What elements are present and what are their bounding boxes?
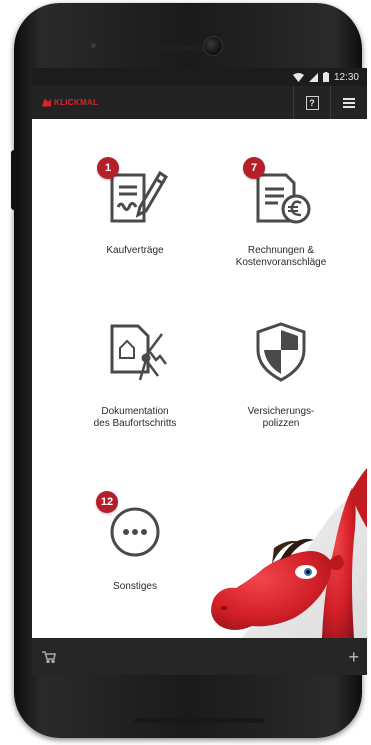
tile-label: Versicherungs- polizzen [247,406,315,429]
tile-badge: 12 [96,491,118,513]
tile-sonstiges[interactable]: 12 Sonstiges [65,491,205,593]
logo-text: KLICKMAL [54,98,99,107]
dashboard: 1 Kaufverträge 7 Rechnungen & Kostenvora… [32,119,367,638]
shield-icon [246,318,316,388]
tile-badge: 7 [243,157,265,179]
proximity-sensor [91,43,96,48]
tile-dokumentation[interactable]: Dokumentation des Baufortschritts [65,318,205,430]
front-camera [203,36,223,56]
wifi-icon [292,72,304,82]
contract-icon: 1 [97,157,170,227]
earpiece [134,45,244,51]
help-icon: ? [305,95,319,110]
tile-label: Rechnungen & Kostenvoranschläge [235,245,327,268]
logo-mark-icon [42,98,51,107]
cart-icon[interactable] [42,650,56,663]
app-bar-actions: ? [293,86,367,119]
status-bar: 12:30 [32,68,367,86]
construction-document-icon [100,318,170,388]
help-button[interactable]: ? [293,86,330,119]
app-screen: 12:30 KLICKMAL ? 1 Kaufverträge 7 Rechnu… [32,68,367,675]
bottom-bar: + [32,638,367,675]
app-bar: KLICKMAL ? [32,86,367,119]
battery-icon [322,72,329,82]
status-time: 12:30 [333,71,359,83]
camel-mascot-icon [211,468,367,638]
add-button[interactable]: + [348,648,359,666]
tile-badge: 1 [97,157,119,179]
bottom-speaker [134,718,264,723]
stage: 12:30 KLICKMAL ? 1 Kaufverträge 7 Rechnu… [0,0,371,745]
tile-label: Kaufverträge [106,245,164,256]
tile-versicherung[interactable]: Versicherungs- polizzen [211,318,351,430]
tile-kaufvertraege[interactable]: 1 Kaufverträge [65,157,205,257]
tile-rechnungen[interactable]: 7 Rechnungen & Kostenvoranschläge [211,157,351,269]
tile-label: Sonstiges [113,581,157,592]
side-button [11,150,17,210]
tile-label: Dokumentation des Baufortschritts [93,406,177,429]
light-sensor [319,43,323,47]
menu-button[interactable] [330,86,367,119]
app-logo[interactable]: KLICKMAL [42,98,98,107]
more-icon: 12 [96,491,170,563]
signal-icon [308,72,318,82]
invoice-euro-icon: 7 [243,157,316,227]
hamburger-icon [343,96,355,110]
